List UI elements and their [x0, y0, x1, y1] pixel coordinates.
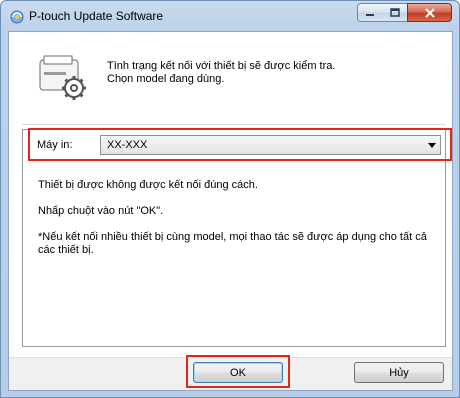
minimize-button[interactable]: [357, 3, 383, 22]
close-icon: [424, 7, 435, 18]
divider: [22, 124, 446, 125]
dialog-window: P-touch Update Software Tình trạng kết n…: [0, 0, 460, 398]
message-not-connected: Thiết bị được không được kết nối đúng cá…: [38, 179, 258, 191]
printer-selector-row: Máy in: XX-XXX: [28, 128, 452, 161]
maximize-icon: [389, 8, 400, 17]
cancel-button[interactable]: Hủy: [354, 362, 444, 383]
header-line-2: Chọn model đang dùng.: [107, 73, 225, 85]
ok-button[interactable]: OK: [193, 362, 283, 383]
printer-model-select[interactable]: XX-XXX: [100, 135, 441, 155]
dropdown-arrow-icon[interactable]: [428, 143, 436, 148]
message-click-ok: Nhấp chuột vào nút "OK".: [38, 205, 164, 217]
printer-model-value: XX-XXX: [107, 139, 148, 151]
app-icon: [10, 10, 24, 24]
printer-label: Máy in:: [37, 139, 73, 151]
maximize-button[interactable]: [382, 3, 408, 22]
printer-gear-icon: [39, 55, 86, 100]
window-title: P-touch Update Software: [29, 9, 164, 23]
dialog-body: Tình trạng kết nối với thiết bị sẽ được …: [8, 31, 453, 391]
close-button[interactable]: [407, 3, 452, 22]
header-line-1: Tình trạng kết nối với thiết bị sẽ được …: [107, 60, 336, 72]
minimize-icon: [366, 13, 374, 16]
title-bar[interactable]: P-touch Update Software: [1, 1, 459, 31]
message-note: *Nếu kết nối nhiều thiết bị cùng model, …: [38, 231, 427, 256]
